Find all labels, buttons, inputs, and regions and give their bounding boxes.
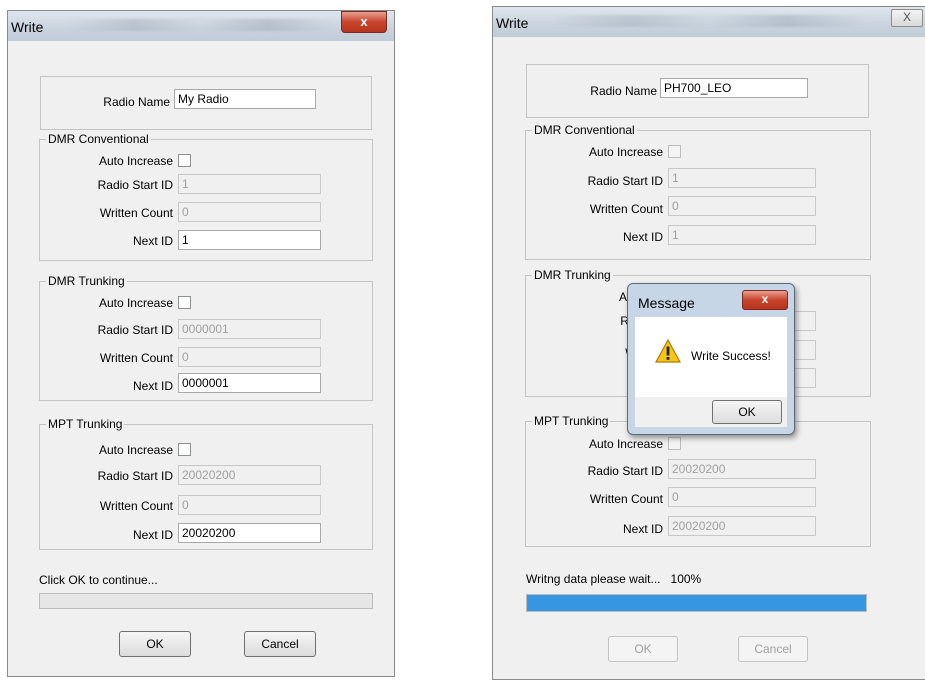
auto-increase-label: Auto Increase	[588, 437, 663, 451]
dmr-trunking-group: DMR Trunking Auto Increase Radio Start I…	[39, 274, 373, 401]
radio-name-panel: Radio Name My Radio	[40, 76, 372, 130]
message-footer: OK	[635, 397, 787, 427]
written-count-label: Written Count	[589, 492, 663, 506]
next-id-input[interactable]: 1	[178, 230, 321, 250]
written-count-label: Written Count	[99, 499, 173, 513]
mpt-trunking-group: MPT Trunking Auto Increase Radio Start I…	[39, 417, 373, 550]
group-label: DMR Trunking	[46, 274, 127, 288]
cancel-button[interactable]: Cancel	[738, 636, 808, 662]
next-id-label: Next ID	[132, 234, 173, 248]
title-bar[interactable]: Write X	[493, 7, 925, 37]
write-dialog-left: Write x Radio Name My Radio DMR Conventi…	[7, 10, 395, 677]
radio-name-input[interactable]: PH700_LEO	[660, 78, 808, 98]
status-text: Click OK to continue...	[39, 573, 158, 587]
message-box: Message x Write Success! OK	[627, 283, 795, 435]
message-close-button[interactable]: x	[742, 290, 788, 310]
radio-start-id-field: 0000001	[178, 319, 321, 339]
message-text: Write Success!	[691, 349, 771, 363]
radio-start-id-label: Radio Start ID	[97, 323, 173, 337]
close-button[interactable]: X	[891, 9, 923, 27]
radio-start-id-field: 1	[178, 174, 321, 194]
message-body: Write Success!	[635, 317, 787, 397]
auto-increase-label: Auto Increase	[98, 443, 173, 457]
radio-start-id-label: Radio Start ID	[587, 174, 663, 188]
written-count-field: 0	[178, 495, 321, 515]
ok-button[interactable]: OK	[119, 631, 191, 657]
radio-start-id-label: Radio Start ID	[97, 469, 173, 483]
auto-increase-label: Auto Increase	[588, 145, 663, 159]
written-count-field: 0	[668, 487, 816, 507]
radio-start-id-label: Radio Start ID	[587, 464, 663, 478]
next-id-label: Next ID	[132, 379, 173, 393]
group-label: MPT Trunking	[532, 414, 611, 428]
window-title: Write	[496, 15, 529, 31]
auto-increase-checkbox[interactable]	[668, 145, 681, 158]
group-label: DMR Conventional	[46, 132, 151, 146]
message-title: Message	[638, 295, 695, 311]
written-count-field: 0	[178, 347, 321, 367]
window-title: Write	[11, 19, 44, 35]
progress-percent: 100%	[670, 572, 702, 586]
close-button[interactable]: x	[341, 11, 387, 33]
progress-fill	[527, 595, 866, 611]
radio-start-id-field: 20020200	[668, 459, 816, 479]
dmr-conventional-group: DMR Conventional Auto Increase Radio Sta…	[39, 132, 373, 261]
auto-increase-label: Auto Increase	[98, 154, 173, 168]
next-id-field: 20020200	[668, 516, 816, 536]
radio-start-id-field: 1	[668, 168, 816, 188]
radio-name-label: Radio Name	[103, 95, 170, 109]
written-count-field: 0	[668, 196, 816, 216]
written-count-field: 0	[178, 202, 321, 222]
auto-increase-checkbox[interactable]	[668, 437, 681, 450]
message-ok-button[interactable]: OK	[712, 400, 782, 424]
title-bar[interactable]: Write x	[8, 11, 394, 41]
progress-bar	[526, 594, 867, 612]
written-count-label: Written Count	[99, 206, 173, 220]
written-count-label: Written Count	[589, 202, 663, 216]
group-label: DMR Trunking	[532, 268, 613, 282]
progress-bar	[39, 593, 373, 609]
group-label: DMR Conventional	[532, 123, 637, 137]
ok-button[interactable]: OK	[608, 636, 678, 662]
write-dialog-right: Write X Radio Name PH700_LEO DMR Convent…	[492, 6, 925, 680]
auto-increase-checkbox[interactable]	[178, 296, 191, 309]
next-id-input[interactable]: 20020200	[178, 523, 321, 543]
next-id-label: Next ID	[132, 528, 173, 542]
warning-icon	[654, 338, 682, 366]
radio-name-input[interactable]: My Radio	[174, 89, 316, 109]
status-message: Writng data please wait...	[526, 572, 661, 586]
auto-increase-checkbox[interactable]	[178, 443, 191, 456]
next-id-label: Next ID	[622, 522, 663, 536]
auto-increase-checkbox[interactable]	[178, 154, 191, 167]
mpt-trunking-group: MPT Trunking Auto Increase Radio Start I…	[525, 414, 871, 547]
radio-name-panel: Radio Name PH700_LEO	[526, 64, 869, 118]
status-text: Writng data please wait... 100%	[526, 572, 701, 586]
radio-start-id-field: 20020200	[178, 465, 321, 485]
auto-increase-label: Auto Increase	[98, 296, 173, 310]
dmr-conventional-group: DMR Conventional Auto Increase Radio Sta…	[525, 123, 871, 260]
cancel-button[interactable]: Cancel	[244, 631, 316, 657]
next-id-input[interactable]: 0000001	[178, 373, 321, 393]
group-label: MPT Trunking	[46, 417, 125, 431]
radio-name-label: Radio Name	[590, 84, 657, 98]
radio-start-id-label: Radio Start ID	[97, 178, 173, 192]
written-count-label: Written Count	[99, 351, 173, 365]
next-id-field: 1	[668, 225, 816, 245]
next-id-label: Next ID	[622, 230, 663, 244]
